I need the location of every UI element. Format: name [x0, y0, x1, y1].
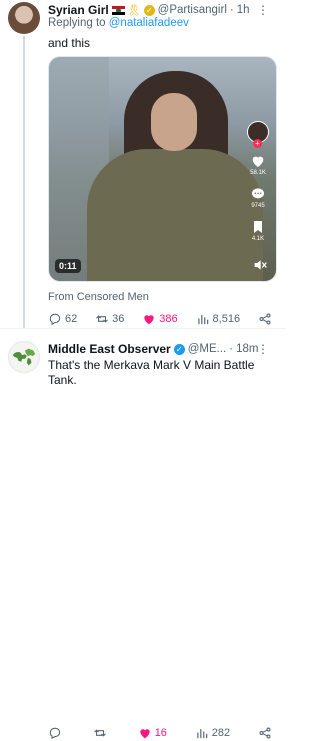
- views-count: 8,516: [212, 313, 241, 325]
- tiktok-share: 4.1K: [250, 219, 266, 242]
- author-handle[interactable]: @Partisangirl: [158, 4, 227, 16]
- views-button[interactable]: 282: [195, 725, 230, 741]
- reply-icon: [49, 727, 61, 740]
- tweet-header: Syrian Girl 🎗 ✓ @Partisangirl · 1h ⋮: [48, 2, 278, 18]
- replying-to-label: Replying to: [48, 17, 106, 29]
- heart-icon: [252, 156, 264, 167]
- thread-line: [23, 36, 25, 328]
- retweet-icon: [96, 315, 108, 323]
- video-duration: 0:11: [55, 259, 81, 273]
- tweet-syrian-girl[interactable]: Syrian Girl 🎗 ✓ @Partisangirl · 1h ⋮ Rep…: [0, 0, 286, 329]
- share-button[interactable]: [258, 311, 272, 327]
- author-name[interactable]: Syrian Girl: [48, 3, 109, 17]
- tiktok-comment-count: 9745: [251, 203, 265, 209]
- replying-to: Replying to @nataliafadeev: [48, 17, 189, 29]
- heart-filled-icon: [144, 315, 154, 325]
- video-person-body: [87, 149, 263, 281]
- retweet-count: 36: [112, 313, 125, 325]
- avatar[interactable]: [8, 341, 40, 373]
- tiktok-avatar-icon: [247, 121, 269, 148]
- reply-button[interactable]: 62: [48, 311, 77, 327]
- verified-badge-icon: ✓: [173, 343, 185, 355]
- reply-icon: [49, 313, 61, 326]
- heart-filled-icon: [140, 729, 150, 739]
- author-handle[interactable]: @ME...: [188, 343, 227, 355]
- author-name[interactable]: Middle East Observer: [48, 342, 171, 356]
- tweet-middle-east-observer[interactable]: Middle East Observer ✓ @ME... · 18m ⋮ Th…: [0, 329, 286, 740]
- time-separator: ·: [229, 343, 234, 355]
- like-button[interactable]: 386: [142, 311, 178, 327]
- tweet-text: That's the Merkava Mark V Main Battle Ta…: [48, 358, 255, 387]
- video-player[interactable]: 58.1K 9745 4.1K 0:11: [48, 56, 277, 282]
- more-options-icon[interactable]: ⋮: [257, 342, 270, 356]
- replying-to-handle[interactable]: @nataliafadeev: [109, 17, 189, 29]
- views-chart-icon: [197, 314, 208, 325]
- views-count: 282: [211, 727, 231, 739]
- time-separator: ·: [229, 4, 234, 16]
- retweet-button[interactable]: 36: [95, 311, 124, 327]
- verified-badge-icon: ✓: [143, 4, 155, 16]
- avatar[interactable]: [8, 2, 40, 34]
- bookmark-icon: [254, 221, 262, 233]
- share-button[interactable]: [258, 725, 272, 741]
- reply-button[interactable]: [48, 725, 65, 741]
- views-button[interactable]: 8,516: [196, 311, 241, 327]
- tiktok-like: 58.1K: [250, 153, 266, 176]
- tiktok-share-count: 4.1K: [251, 236, 265, 242]
- tweet-actions: 16 282: [48, 725, 272, 741]
- views-chart-icon: [197, 728, 208, 739]
- ribbon-icon: 🎗: [126, 4, 141, 17]
- like-button[interactable]: 16: [138, 725, 167, 741]
- tweet-actions: 62 36 386 8,516: [48, 311, 272, 327]
- world-map-icon: [12, 348, 36, 366]
- mute-icon[interactable]: [252, 257, 268, 273]
- tiktok-side-panel: 58.1K 9745 4.1K: [246, 121, 270, 242]
- tweet-header: Middle East Observer ✓ @ME... · 18m ⋮: [48, 341, 278, 357]
- share-icon: [259, 727, 271, 739]
- reply-count: 62: [65, 313, 78, 325]
- like-count: 16: [154, 727, 167, 739]
- tweet-text: and this: [48, 36, 91, 50]
- video-person-face: [151, 93, 197, 151]
- media-source[interactable]: From Censored Men: [48, 291, 149, 303]
- share-icon: [259, 313, 271, 325]
- syria-flag-icon: [111, 5, 125, 15]
- more-options-icon[interactable]: ⋮: [257, 3, 270, 17]
- tiktok-like-count: 58.1K: [250, 170, 266, 176]
- timestamp[interactable]: 1h: [237, 4, 250, 16]
- like-count: 386: [159, 313, 178, 325]
- retweet-icon: [94, 729, 106, 737]
- comment-bubble-icon: [252, 188, 264, 199]
- retweet-button[interactable]: [93, 725, 110, 741]
- timestamp[interactable]: 18m: [236, 343, 258, 355]
- tiktok-comment: 9745: [250, 186, 266, 209]
